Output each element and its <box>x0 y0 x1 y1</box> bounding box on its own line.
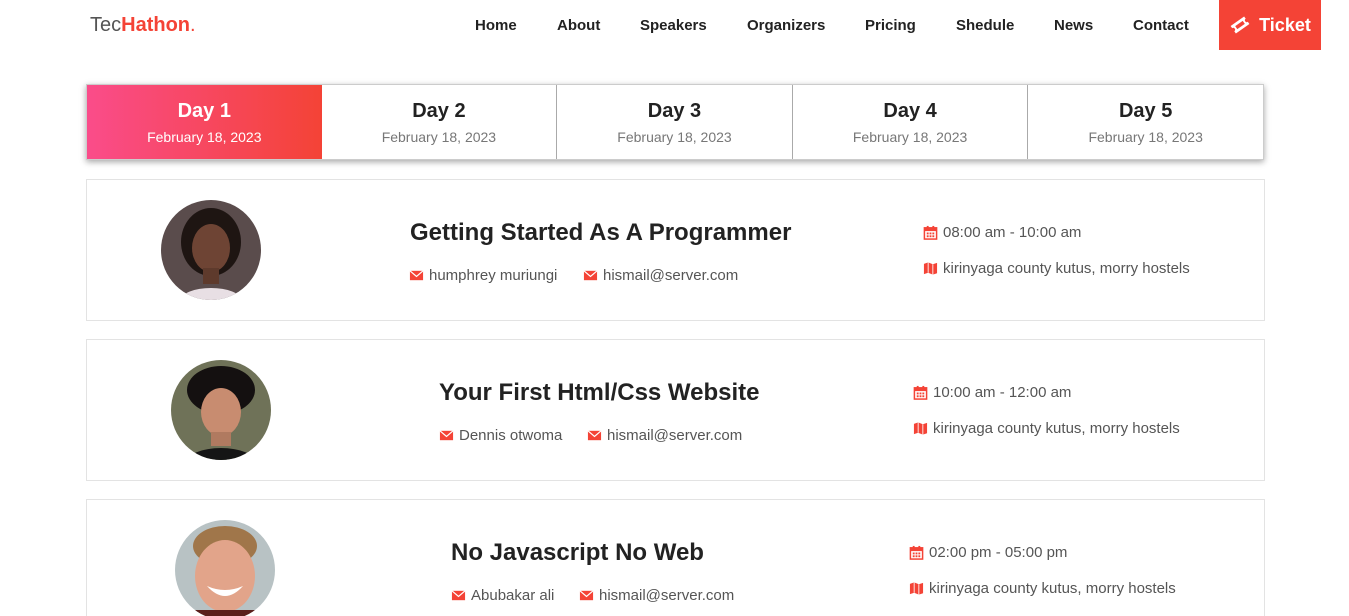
nav-about[interactable]: About <box>557 17 600 34</box>
session-time: 10:00 am - 12:00 am <box>913 384 1071 401</box>
speaker-name: Abubakar ali <box>451 587 554 604</box>
tab-day-1[interactable]: Day 1 February 18, 2023 <box>87 85 322 159</box>
session-location-text: kirinyaga county kutus, morry hostels <box>929 580 1176 597</box>
session-location: kirinyaga county kutus, morry hostels <box>909 580 1176 597</box>
tab-date: February 18, 2023 <box>147 129 262 145</box>
session-location: kirinyaga county kutus, morry hostels <box>913 420 1180 437</box>
speaker-email-text: hismail@server.com <box>607 427 743 444</box>
map-icon <box>909 582 924 595</box>
nav-schedule[interactable]: Shedule <box>956 17 1014 34</box>
tab-day-2[interactable]: Day 2 February 18, 2023 <box>322 85 558 159</box>
tab-day-label: Day 4 <box>883 100 937 122</box>
main-nav: Home About Speakers Organizers Pricing S… <box>0 17 1349 37</box>
session-location: kirinyaga county kutus, morry hostels <box>923 260 1190 277</box>
calendar-icon <box>909 545 924 560</box>
envelope-icon <box>439 430 454 441</box>
session-title: No Javascript No Web <box>451 539 704 566</box>
calendar-icon <box>913 385 928 400</box>
session-location-text: kirinyaga county kutus, morry hostels <box>943 260 1190 277</box>
speaker-email[interactable]: hismail@server.com <box>583 267 738 284</box>
envelope-icon <box>409 270 424 281</box>
tab-day-3[interactable]: Day 3 February 18, 2023 <box>557 85 793 159</box>
map-icon <box>923 262 938 275</box>
envelope-icon <box>451 590 466 601</box>
tab-date: February 18, 2023 <box>617 129 732 145</box>
day-tabs: Day 1 February 18, 2023 Day 2 February 1… <box>86 84 1264 160</box>
tab-date: February 18, 2023 <box>852 129 968 145</box>
speaker-email-text: hismail@server.com <box>599 587 735 604</box>
session-card: Your First Html/Css Website Dennis otwom… <box>86 339 1265 481</box>
speaker-email[interactable]: hismail@server.com <box>579 587 734 604</box>
speaker-email-text: hismail@server.com <box>603 267 739 284</box>
session-time: 02:00 pm - 05:00 pm <box>909 544 1067 561</box>
tab-day-label: Day 2 <box>412 100 466 122</box>
tab-day-5[interactable]: Day 5 February 18, 2023 <box>1028 85 1263 159</box>
calendar-icon <box>923 225 938 240</box>
session-title: Your First Html/Css Website <box>439 379 760 406</box>
tab-date: February 18, 2023 <box>381 129 497 145</box>
envelope-icon <box>587 430 602 441</box>
tab-day-4[interactable]: Day 4 February 18, 2023 <box>793 85 1029 159</box>
session-time-text: 08:00 am - 10:00 am <box>943 224 1082 241</box>
speaker-name: humphrey muriungi <box>409 267 557 284</box>
session-location-text: kirinyaga county kutus, morry hostels <box>933 420 1180 437</box>
speaker-name: Dennis otwoma <box>439 427 562 444</box>
speaker-name-text: Dennis otwoma <box>459 427 563 444</box>
session-time-text: 10:00 am - 12:00 am <box>933 384 1072 401</box>
speaker-email[interactable]: hismail@server.com <box>587 427 742 444</box>
ticket-label: Ticket <box>1259 14 1311 35</box>
speaker-avatar <box>171 360 271 460</box>
nav-organizers[interactable]: Organizers <box>747 17 825 34</box>
tab-day-label: Day 3 <box>647 100 702 122</box>
envelope-icon <box>579 590 594 601</box>
nav-pricing[interactable]: Pricing <box>865 17 916 34</box>
tab-day-label: Day 5 <box>1118 100 1173 122</box>
nav-contact[interactable]: Contact <box>1133 17 1189 34</box>
speaker-name-text: Abubakar ali <box>471 587 555 604</box>
session-title: Getting Started As A Programmer <box>410 219 792 246</box>
ticket-icon <box>1230 16 1250 34</box>
nav-home[interactable]: Home <box>475 17 517 34</box>
map-icon <box>913 422 928 435</box>
tab-day-label: Day 1 <box>177 100 231 122</box>
speaker-avatar <box>175 520 275 616</box>
speaker-avatar <box>161 200 261 300</box>
session-card: Getting Started As A Programmer humphrey… <box>86 179 1265 321</box>
nav-news[interactable]: News <box>1054 17 1093 34</box>
nav-speakers[interactable]: Speakers <box>640 17 707 34</box>
tab-date: February 18, 2023 <box>1088 129 1203 145</box>
ticket-button[interactable]: Ticket <box>1219 0 1321 50</box>
session-card: No Javascript No Web Abubakar ali hismai… <box>86 499 1265 616</box>
speaker-name-text: humphrey muriungi <box>429 267 558 284</box>
envelope-icon <box>583 270 598 281</box>
session-time: 08:00 am - 10:00 am <box>923 224 1081 241</box>
session-time-text: 02:00 pm - 05:00 pm <box>929 544 1068 561</box>
